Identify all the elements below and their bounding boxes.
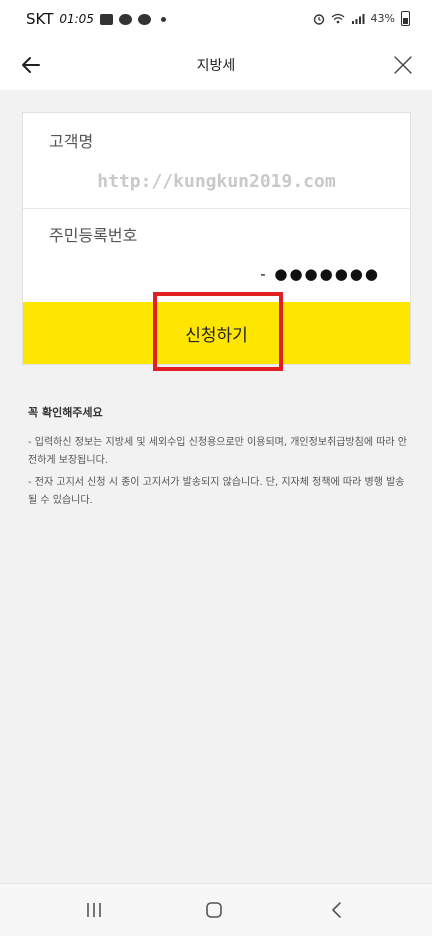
notice-title: 꼭 확인해주세요 — [28, 406, 103, 419]
page-title: 지방세 — [196, 58, 236, 74]
notice-section: 꼭 확인해주세요 - 입력하신 정보는 지방세 및 세외수입 신청용으로만 이용… — [28, 404, 408, 514]
customer-name-field[interactable]: 고객명 — [49, 128, 93, 152]
apply-button[interactable]: 신청하기 — [23, 302, 410, 364]
chat-icon — [137, 13, 151, 25]
more-notifications-icon — [160, 16, 166, 22]
alarm-icon — [313, 13, 324, 25]
watermark: http://kungkun2019.com — [97, 171, 336, 192]
battery-icon — [401, 11, 410, 26]
talk-icon — [118, 13, 132, 25]
field-divider — [23, 208, 410, 209]
recent-apps-button[interactable] — [82, 898, 106, 922]
home-icon — [206, 902, 222, 918]
home-button[interactable] — [202, 898, 226, 922]
gallery-icon — [99, 13, 113, 25]
rrn-field-label: 주민등록번호 — [49, 226, 138, 245]
navigation-bar — [0, 883, 432, 936]
rrn-input[interactable]: - ●●●●●●● — [260, 265, 380, 283]
wifi-icon — [331, 13, 344, 24]
signal-icon — [351, 14, 365, 24]
status-right: 43% — [313, 11, 410, 26]
status-bar: SKT 01:05 43% — [0, 0, 432, 40]
notice-line: - 전자 고지서 신청 시 종이 고지서가 발송되지 않습니다. 단, 지자체 … — [28, 477, 405, 506]
notice-line: - 입력하신 정보는 지방세 및 세외수입 신청용으로만 이용되며, 개인정보취… — [28, 437, 407, 466]
close-icon — [394, 56, 412, 74]
chevron-left-icon — [332, 902, 341, 918]
form-card: 고객명 http://kungkun2019.com 주민등록번호 - ●●●●… — [22, 112, 411, 365]
app-bar: 지방세 — [0, 40, 432, 90]
carrier-label: SKT — [26, 10, 54, 28]
recent-apps-icon — [87, 903, 101, 917]
close-button[interactable] — [388, 50, 418, 80]
clock: 01:05 — [59, 12, 94, 26]
battery-percent: 43% — [370, 12, 395, 25]
status-left: SKT 01:05 — [26, 10, 166, 28]
system-back-button[interactable] — [324, 898, 348, 922]
